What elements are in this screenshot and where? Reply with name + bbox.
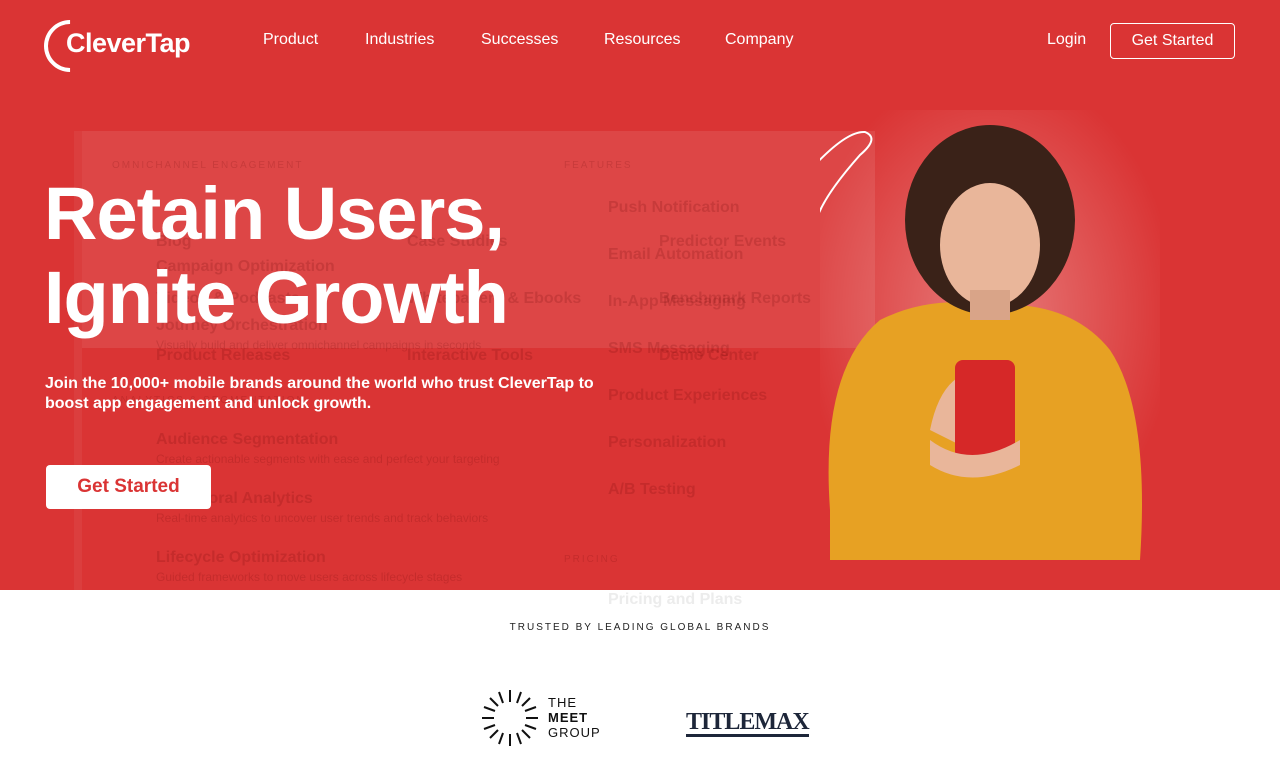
ghost-item: Interactive Tools [407, 347, 533, 364]
nav-resources[interactable]: Resources [604, 31, 680, 49]
nav-product[interactable]: Product [263, 31, 318, 49]
ghost-item: Audience Segmentation [156, 431, 339, 448]
header-get-started-button[interactable]: Get Started [1110, 23, 1235, 59]
ghost-item: Product Releases [156, 347, 291, 364]
ghost-item: Push Notification [608, 199, 740, 216]
ghost-desc: Real-time analytics to uncover user tren… [156, 511, 489, 525]
ghost-item: Product Experiences [608, 387, 768, 404]
meet-group-wordmark: THE MEET GROUP [548, 695, 601, 740]
ghost-item-pricing: Pricing and Plans [608, 591, 743, 608]
trusted-brands-heading: TRUSTED BY LEADING GLOBAL BRANDS [509, 622, 771, 633]
login-link[interactable]: Login [1047, 31, 1086, 49]
nav-company[interactable]: Company [725, 31, 793, 49]
meet-group-burst-icon [482, 690, 538, 746]
ghost-heading: OMNICHANNEL ENGAGEMENT [112, 160, 304, 171]
ghost-item: Personalization [608, 434, 727, 451]
ghost-item: A/B Testing [608, 481, 696, 498]
clevertap-logo[interactable]: CleverTap [33, 9, 194, 83]
the-meet-group-logo: THE MEET GROUP [480, 688, 610, 748]
ghost-desc: Create actionable segments with ease and… [156, 452, 500, 466]
hero-section: OMNICHANNEL ENGAGEMENT Blog Case Studies… [0, 0, 1280, 590]
logo-text: CleverTap [66, 28, 191, 58]
ghost-item: Email Automation [608, 246, 744, 263]
hero-title-line2: Ignite Growth [44, 256, 509, 339]
hero-get-started-button[interactable]: Get Started [46, 465, 211, 509]
hero-title-line1: Retain Users, [44, 172, 505, 255]
titlemax-logo: TITLEMAX [686, 709, 810, 737]
nav-industries[interactable]: Industries [365, 31, 434, 49]
ghost-desc: Guided frameworks to move users across l… [156, 570, 463, 584]
hero-title: Retain Users, Ignite Growth [44, 172, 509, 340]
ghost-item: SMS Messaging [608, 340, 730, 357]
nav-successes[interactable]: Successes [481, 31, 558, 49]
hero-subtitle: Join the 10,000+ mobile brands around th… [45, 375, 594, 412]
hero-woman-illustration [820, 110, 1160, 560]
ghost-item: Lifecycle Optimization [156, 549, 326, 566]
ghost-heading: PRICING [564, 554, 620, 565]
ghost-item: In-App Messaging [608, 293, 746, 310]
ghost-heading: FEATURES [564, 160, 633, 171]
